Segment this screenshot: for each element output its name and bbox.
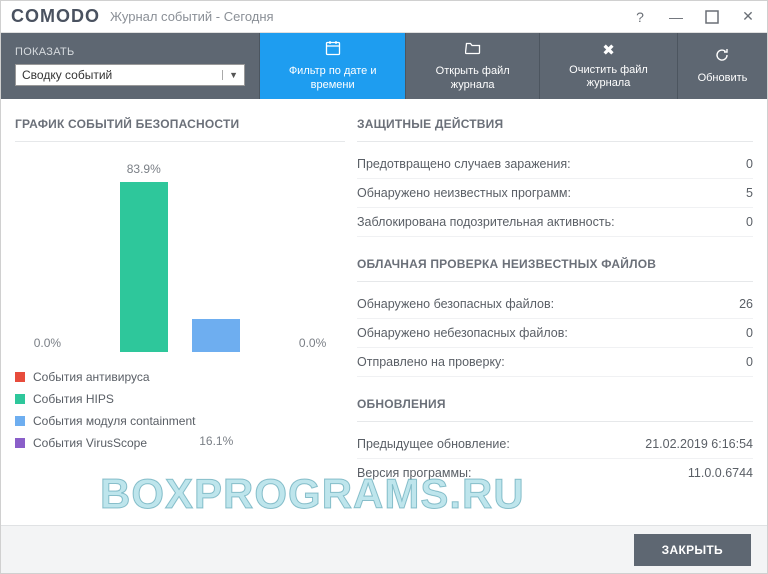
row-value: 26 [739, 297, 753, 311]
table-row: Обнаружено неизвестных программ: 5 [357, 179, 753, 208]
legend-av-label: События антивируса [33, 370, 150, 384]
app-window: COMODO Журнал событий - Сегодня ? — ✕ ПО… [0, 0, 768, 574]
row-value: 0 [746, 157, 753, 171]
cloud-title: ОБЛАЧНАЯ ПРОВЕРКА НЕИЗВЕСТНЫХ ФАЙЛОВ [357, 251, 753, 282]
legend-containment-label: События модуля containment [33, 414, 195, 428]
refresh-button[interactable]: Обновить [677, 33, 767, 99]
legend-containment: События модуля containment [15, 414, 345, 428]
legend-hips-label: События HIPS [33, 392, 114, 406]
table-row: Версия программы: 11.0.0.6744 [357, 459, 753, 487]
row-value: 11.0.0.6744 [688, 466, 753, 480]
swatch-vs [15, 438, 25, 448]
legend-av: События антивируса [15, 370, 345, 384]
table-row: Предотвращено случаев заражения: 0 [357, 150, 753, 179]
updates-title: ОБНОВЛЕНИЯ [357, 391, 753, 422]
row-value: 0 [746, 355, 753, 369]
open-log-button[interactable]: Открыть файл журнала [405, 33, 539, 99]
bar-av-label: 0.0% [34, 336, 61, 350]
bar-vs-label: 0.0% [299, 336, 326, 350]
refresh-icon [714, 47, 730, 68]
window-title: Журнал событий - Сегодня [110, 9, 274, 24]
filter-date-button[interactable]: Фильтр по дате и времени [259, 33, 405, 99]
row-label: Обнаружено небезопасных файлов: [357, 326, 568, 340]
chart-area: 0.0% 83.9% 16.1% 0.0% [15, 150, 345, 360]
maximize-icon[interactable] [703, 8, 721, 26]
info-panel: ЗАЩИТНЫЕ ДЕЙСТВИЯ Предотвращено случаев … [357, 111, 753, 517]
row-value: 0 [746, 215, 753, 229]
bar-hips-label: 83.9% [127, 162, 161, 176]
row-label: Версия программы: [357, 466, 472, 480]
open-log-label: Открыть файл журнала [418, 65, 527, 91]
table-row: Обнаружено небезопасных файлов: 0 [357, 319, 753, 348]
view-select-value: Сводку событий [22, 68, 112, 82]
filter-date-label: Фильтр по дате и времени [272, 65, 393, 91]
table-row: Отправлено на проверку: 0 [357, 348, 753, 377]
bar-hips: 83.9% [116, 182, 171, 352]
minimize-icon[interactable]: — [667, 8, 685, 26]
bar-containment-label: 16.1% [199, 434, 233, 448]
row-label: Отправлено на проверку: [357, 355, 505, 369]
chart-legend: События антивируса События HIPS События … [15, 370, 345, 450]
legend-vs-label: События VirusScope [33, 436, 147, 450]
swatch-av [15, 372, 25, 382]
swatch-hips [15, 394, 25, 404]
row-value: 0 [746, 326, 753, 340]
swatch-containment [15, 416, 25, 426]
row-value: 5 [746, 186, 753, 200]
row-label: Обнаружено безопасных файлов: [357, 297, 554, 311]
defense-title: ЗАЩИТНЫЕ ДЕЙСТВИЯ [357, 111, 753, 142]
bar-containment-rect [192, 319, 240, 352]
close-icon[interactable]: ✕ [739, 8, 757, 26]
legend-hips: События HIPS [15, 392, 345, 406]
clear-log-label: Очистить файл журнала [552, 64, 665, 90]
table-row: Заблокирована подозрительная активность:… [357, 208, 753, 237]
close-button[interactable]: ЗАКРЫТЬ [634, 534, 751, 566]
clear-log-button[interactable]: ✖ Очистить файл журнала [539, 33, 677, 99]
legend-vs: События VirusScope [15, 436, 345, 450]
folder-icon [465, 40, 481, 61]
table-row: Предыдущее обновление: 21.02.2019 6:16:54 [357, 430, 753, 459]
view-select[interactable]: Сводку событий ▼ [15, 64, 245, 86]
row-label: Заблокирована подозрительная активность: [357, 215, 615, 229]
refresh-label: Обновить [698, 72, 748, 85]
footer: ЗАКРЫТЬ [1, 525, 767, 573]
chevron-down-icon: ▼ [222, 70, 238, 80]
row-label: Предыдущее обновление: [357, 437, 510, 451]
calendar-icon [325, 40, 341, 61]
logo: COMODO [11, 6, 100, 27]
window-controls: ? — ✕ [631, 8, 757, 26]
bar-containment: 16.1% [189, 319, 244, 352]
toolbar-show-section: ПОКАЗАТЬ Сводку событий ▼ [1, 33, 259, 99]
bar-hips-rect [120, 182, 168, 352]
content-area: ГРАФИК СОБЫТИЙ БЕЗОПАСНОСТИ 0.0% 83.9% 1… [1, 99, 767, 525]
chart-panel: ГРАФИК СОБЫТИЙ БЕЗОПАСНОСТИ 0.0% 83.9% 1… [15, 111, 345, 517]
row-value: 21.02.2019 6:16:54 [645, 437, 753, 451]
show-label: ПОКАЗАТЬ [15, 46, 245, 58]
row-label: Обнаружено неизвестных программ: [357, 186, 571, 200]
clear-icon: ✖ [602, 42, 615, 60]
row-label: Предотвращено случаев заражения: [357, 157, 571, 171]
chart-title: ГРАФИК СОБЫТИЙ БЕЗОПАСНОСТИ [15, 111, 345, 142]
toolbar: ПОКАЗАТЬ Сводку событий ▼ Фильтр по дате… [1, 33, 767, 99]
table-row: Обнаружено безопасных файлов: 26 [357, 290, 753, 319]
help-icon[interactable]: ? [631, 8, 649, 26]
titlebar: COMODO Журнал событий - Сегодня ? — ✕ [1, 1, 767, 33]
